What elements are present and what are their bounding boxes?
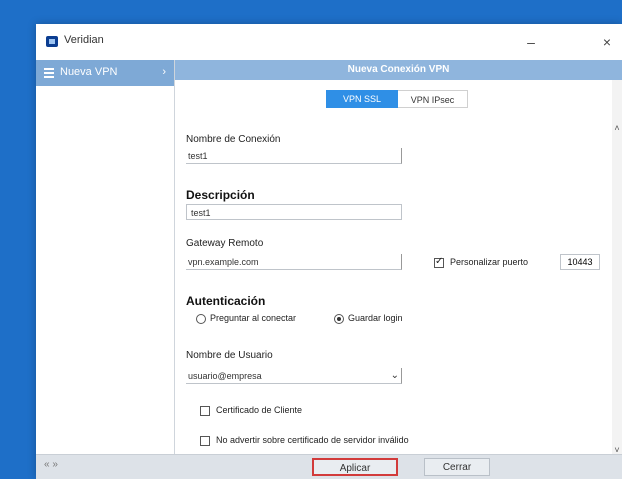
auth-save-label: Guardar login	[348, 313, 403, 323]
app-window: Veridian – × Nueva VPN › Nueva Conexión …	[36, 24, 622, 479]
chevron-right-icon: ›	[162, 66, 166, 78]
tab-ssl-vpn[interactable]: VPN SSL	[326, 90, 398, 108]
sidebar: Nueva VPN ›	[36, 60, 175, 478]
cancel-button[interactable]: Cerrar	[424, 458, 490, 476]
app-icon	[46, 36, 58, 47]
panel-title: Nueva Conexión VPN	[347, 64, 450, 75]
desktop-background	[0, 0, 622, 12]
invalid-cert-checkbox[interactable]	[200, 436, 210, 446]
custom-port-input[interactable]: 10443	[560, 254, 600, 270]
description-input[interactable]: test1	[186, 204, 402, 220]
connection-name-label: Nombre de Conexión	[186, 134, 281, 145]
connection-name-input[interactable]: test1	[186, 148, 402, 164]
menu-icon	[44, 68, 54, 78]
panel-header: Nueva Conexión VPN	[175, 60, 622, 80]
title-bar: Veridian – ×	[36, 24, 622, 61]
username-select[interactable]: usuario@empresa ⌄	[186, 368, 402, 384]
authentication-label: Autenticación	[186, 294, 266, 308]
auth-ask-radio[interactable]	[196, 314, 206, 324]
scrollbar[interactable]: ˄ ˅	[612, 80, 622, 460]
remote-gateway-input[interactable]: vpn.example.com	[186, 254, 402, 270]
dropdown-chevron-icon: ⌄	[390, 370, 399, 381]
apply-button[interactable]: Aplicar	[312, 458, 398, 476]
remote-gateway-label: Gateway Remoto	[186, 238, 264, 249]
invalid-cert-label: No advertir sobre certificado de servido…	[216, 435, 409, 445]
footer-bar: « » Aplicar Cerrar	[36, 454, 622, 479]
sidebar-item-nueva-vpn[interactable]: Nueva VPN ›	[36, 60, 174, 86]
sidebar-collapse-control[interactable]: « »	[44, 459, 58, 470]
client-cert-checkbox[interactable]	[200, 406, 210, 416]
tab-ipsec-vpn[interactable]: VPN IPsec	[398, 90, 468, 108]
client-cert-label: Certificado de Cliente	[216, 405, 303, 415]
auth-ask-label: Preguntar al conectar	[210, 313, 297, 323]
custom-port-label: Personalizar puerto	[450, 257, 529, 267]
window-title: Veridian	[64, 34, 104, 46]
minimize-icon[interactable]: –	[516, 30, 546, 54]
username-value: usuario@empresa	[188, 371, 262, 381]
scroll-up-icon[interactable]: ˄	[612, 122, 622, 134]
username-label: Nombre de Usuario	[186, 350, 273, 361]
sidebar-item-label: Nueva VPN	[60, 66, 118, 78]
close-icon[interactable]: ×	[592, 30, 622, 54]
auth-save-radio[interactable]	[334, 314, 344, 324]
description-label: Descripción	[186, 188, 255, 202]
custom-port-checkbox[interactable]	[434, 256, 444, 268]
